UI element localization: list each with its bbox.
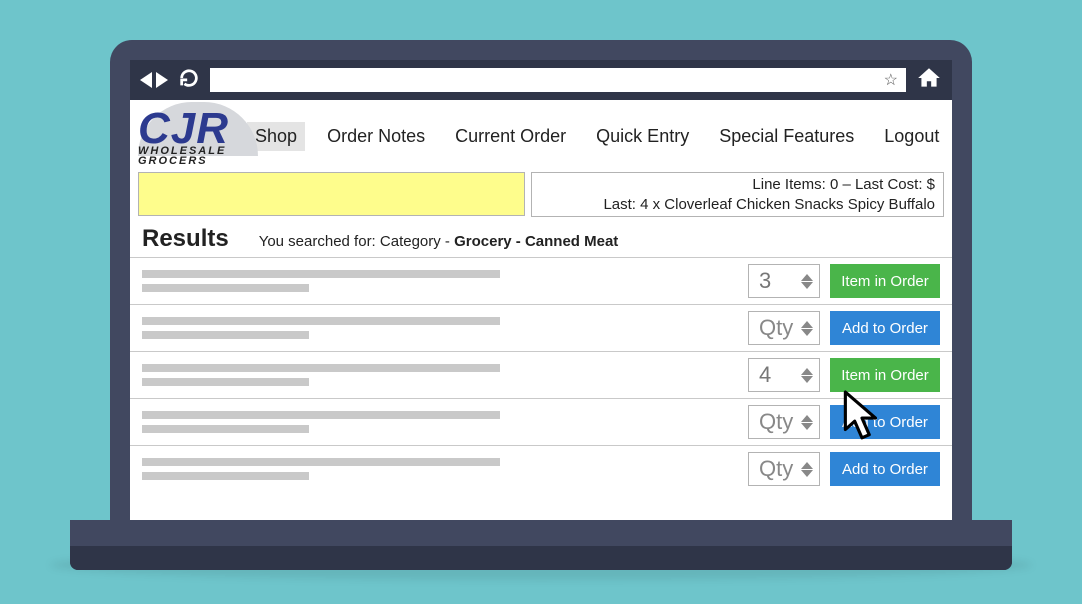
- site-logo: CJR WHOLESALE GROCERS: [138, 106, 229, 166]
- stepper-arrows-icon[interactable]: [801, 368, 813, 383]
- nav-logout[interactable]: Logout: [876, 122, 947, 151]
- item-in-order-button[interactable]: Item in Order: [830, 358, 940, 392]
- status-line-1: Line Items: 0 – Last Cost: $: [540, 175, 935, 195]
- forward-icon[interactable]: [156, 72, 168, 88]
- add-to-order-button[interactable]: Add to Order: [830, 452, 940, 486]
- result-row: QtyAdd to Order: [130, 398, 952, 445]
- bookmark-star-icon[interactable]: ☆: [884, 70, 898, 90]
- qty-stepper[interactable]: Qty: [748, 311, 820, 345]
- nav-special-features[interactable]: Special Features: [711, 122, 862, 151]
- order-status-box: Line Items: 0 – Last Cost: $ Last: 4 x C…: [531, 172, 944, 217]
- add-to-order-button[interactable]: Add to Order: [830, 311, 940, 345]
- result-row: 4 Item in Order: [130, 351, 952, 398]
- result-row: Qty Add to Order: [130, 304, 952, 351]
- message-banner: [138, 172, 525, 216]
- nav-order-notes[interactable]: Order Notes: [319, 122, 433, 151]
- result-text-placeholder: [142, 270, 738, 292]
- qty-stepper[interactable]: 3: [748, 264, 820, 298]
- main-nav: Shop Order Notes Current Order Quick Ent…: [247, 122, 947, 151]
- home-icon[interactable]: [916, 65, 942, 96]
- logo-tagline: WHOLESALE GROCERS: [138, 147, 229, 166]
- nav-current-order[interactable]: Current Order: [447, 122, 574, 151]
- result-text-placeholder: [142, 364, 738, 386]
- status-line-2: Last: 4 x Cloverleaf Chicken Snacks Spic…: [540, 195, 935, 215]
- nav-quick-entry[interactable]: Quick Entry: [588, 122, 697, 151]
- qty-stepper[interactable]: Qty: [748, 452, 820, 486]
- reload-icon[interactable]: [178, 67, 200, 94]
- result-text-placeholder: [142, 411, 738, 433]
- result-row: 3 Item in Order: [130, 257, 952, 304]
- url-bar[interactable]: ☆: [210, 68, 906, 92]
- qty-stepper[interactable]: Qty: [748, 405, 820, 439]
- qty-value: 3: [759, 268, 771, 294]
- result-text-placeholder: [142, 458, 738, 480]
- logo-name: CJR: [138, 110, 229, 147]
- results-title: Results: [142, 225, 229, 253]
- back-icon[interactable]: [140, 72, 152, 88]
- search-info: You searched for: Category - Grocery - C…: [259, 233, 619, 250]
- stepper-arrows-icon[interactable]: [801, 274, 813, 289]
- qty-stepper[interactable]: 4: [748, 358, 820, 392]
- result-text-placeholder: [142, 317, 738, 339]
- result-row: Qty Add to Order: [130, 445, 952, 492]
- item-in-order-button[interactable]: Item in Order: [830, 264, 940, 298]
- qty-value: Qty: [759, 315, 793, 341]
- stepper-arrows-icon[interactable]: [801, 415, 813, 430]
- laptop-frame: ☆ CJR WHOLESALE GROCERS Shop Order Notes…: [110, 40, 972, 570]
- qty-value: Qty: [759, 456, 793, 482]
- stepper-arrows-icon[interactable]: [801, 321, 813, 336]
- browser-toolbar: ☆: [130, 60, 952, 100]
- stepper-arrows-icon[interactable]: [801, 462, 813, 477]
- qty-value: 4: [759, 362, 771, 388]
- mouse-cursor-icon: [840, 390, 884, 447]
- page-content: CJR WHOLESALE GROCERS Shop Order Notes C…: [130, 100, 952, 520]
- qty-value: Qty: [759, 409, 793, 435]
